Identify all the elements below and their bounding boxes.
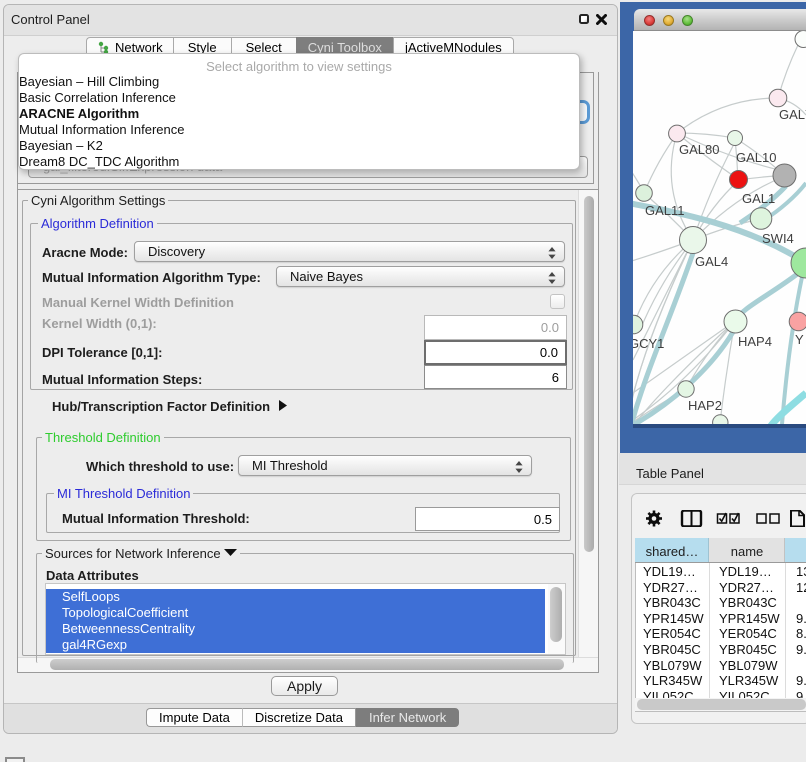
- svg-text:GAL4: GAL4: [695, 254, 728, 269]
- svg-text:GAL80: GAL80: [679, 142, 719, 157]
- svg-text:HAP4: HAP4: [738, 334, 772, 349]
- svg-text:GAL1: GAL1: [742, 191, 775, 206]
- svg-text:Y: Y: [795, 332, 804, 347]
- svg-text:SWI4: SWI4: [762, 231, 794, 246]
- svg-text:GAL11: GAL11: [645, 203, 685, 218]
- svg-text:HAP2: HAP2: [688, 398, 722, 413]
- svg-text:GAL7: GAL7: [779, 107, 806, 122]
- svg-text:GAL10: GAL10: [736, 150, 776, 165]
- svg-text:GCY1: GCY1: [633, 336, 664, 351]
